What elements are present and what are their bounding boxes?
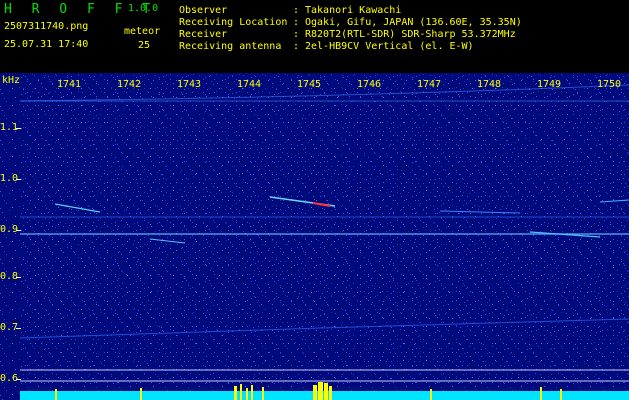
app-version: 1.0.0 (128, 3, 159, 14)
x-tick-label: 1741 (57, 79, 82, 90)
y-tick-mark (16, 230, 21, 231)
filename: 2507311740.png (4, 21, 89, 32)
station-sep: : (293, 5, 300, 16)
y-tick-mark (16, 379, 21, 380)
station-label: Receiving antenna (179, 41, 282, 52)
y-tick-mark (16, 128, 21, 129)
y-axis-unit: kHz (2, 75, 21, 86)
x-tick-label: 1744 (237, 79, 262, 90)
meteor-label: meteor (124, 26, 161, 37)
y-tick-mark (16, 328, 21, 329)
station-sep: : (293, 17, 300, 28)
y-tick-mark (16, 179, 21, 180)
y-tick-mark (16, 277, 21, 278)
meteor-count: 25 (138, 40, 151, 51)
station-sep: : (293, 29, 300, 40)
x-tick-label: 1748 (477, 79, 502, 90)
station-label: Receiver (179, 29, 228, 40)
x-tick-label: 1749 (537, 79, 562, 90)
station-value: R820T2(RTL-SDR) SDR-Sharp 53.372MHz (305, 29, 516, 40)
spectrogram (0, 73, 629, 400)
x-tick-label: 1750 (597, 79, 622, 90)
x-tick-label: 1743 (177, 79, 202, 90)
station-value: 2el-HB9CV Vertical (el. E-W) (305, 41, 474, 52)
spectrogram-noise (20, 73, 629, 383)
x-tick-label: 1747 (417, 79, 442, 90)
x-tick-label: 1745 (297, 79, 322, 90)
x-tick-label: 1742 (117, 79, 142, 90)
datetime: 25.07.31 17:40 (4, 39, 89, 50)
x-tick-label: 1746 (357, 79, 382, 90)
header-panel: H R O F F T 1.0.0 2507311740.png 25.07.3… (0, 0, 629, 73)
station-value: Ogaki, Gifu, JAPAN (136.60E, 35.35N) (305, 17, 522, 28)
station-label: Receiving Location (179, 17, 288, 28)
station-sep: : (293, 41, 300, 52)
station-value: Takanori Kawachi (305, 5, 402, 16)
station-label: Observer (179, 5, 228, 16)
